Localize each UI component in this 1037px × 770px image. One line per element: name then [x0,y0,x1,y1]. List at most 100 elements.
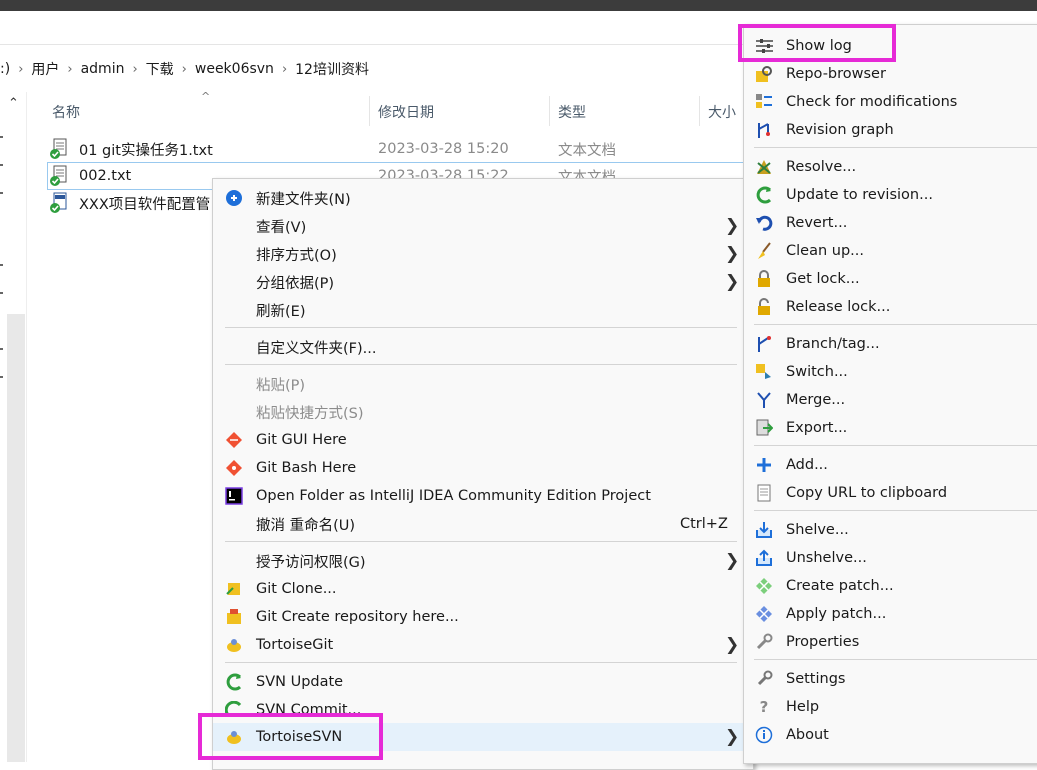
clean-up-broom-icon [755,242,773,260]
menu-label: Add... [786,457,828,473]
menu-label: Settings [786,671,846,687]
breadcrumb-current-folder[interactable]: 12培训资料 [289,59,375,79]
column-header-size[interactable]: 大小 [708,102,736,122]
help-icon: ? [759,698,769,716]
apply-patch-icon [755,605,773,623]
column-header-name[interactable]: 名称 [52,102,80,122]
menu-label: 新建文件夹(N) [256,191,351,208]
breadcrumb-downloads[interactable]: 下载 [140,59,180,79]
nav-scrollbar[interactable] [7,314,25,762]
navigation-pane[interactable]: ⌃ [0,92,27,762]
menu-item-open-intellij[interactable]: Open Folder as IntelliJ IDEA Community E… [213,482,753,510]
menu-label: Git GUI Here [256,432,347,448]
menu-item-view[interactable]: 查看(V) ❯ [213,212,753,240]
menu-item-copy-url[interactable]: Copy URL to clipboard [744,479,1037,507]
column-divider[interactable] [369,96,370,126]
menu-item-unshelve[interactable]: Unshelve... [744,544,1037,572]
chevron-right-icon[interactable]: › [180,62,189,77]
chevron-right-icon[interactable]: › [280,62,289,77]
revert-icon [755,214,773,232]
menu-item-repo-browser[interactable]: Repo-browser [744,60,1037,88]
menu-item-check-modifications[interactable]: Check for modifications [744,88,1037,116]
plus-icon [755,456,773,474]
menu-separator [754,445,1037,446]
menu-item-branch-tag[interactable]: Branch/tag... [744,330,1037,358]
column-header-modified[interactable]: 修改日期 [378,102,434,122]
unlock-icon [755,298,773,316]
shelve-icon [755,521,773,539]
wrench-icon [755,633,773,651]
menu-label: Shelve... [786,522,849,538]
menu-item-group[interactable]: 分组依据(P) ❯ [213,268,753,296]
menu-label: 授予访问权限(G) [256,554,366,571]
submenu-arrow-icon: ❯ [725,216,740,236]
breadcrumb-admin[interactable]: admin [75,61,131,77]
menu-label: Export... [786,420,848,436]
menu-item-add[interactable]: Add... [744,451,1037,479]
git-create-repo-icon [225,608,243,626]
menu-item-merge[interactable]: Merge... [744,386,1037,414]
git-clone-icon [225,580,243,598]
menu-item-clean-up[interactable]: Clean up... [744,237,1037,265]
svn-normal-doc-icon [48,192,70,214]
menu-item-git-clone[interactable]: Git Clone... [213,575,753,603]
column-header-type[interactable]: 类型 [558,102,586,122]
column-divider[interactable] [699,96,700,126]
menu-item-git-gui[interactable]: Git GUI Here [213,426,753,454]
file-name: XXX项目软件配置管 [79,196,211,213]
menu-item-switch[interactable]: Switch... [744,358,1037,386]
menu-item-svn-update[interactable]: SVN Update [213,668,753,696]
file-row[interactable]: 01 git实操任务1.txt 2023-03-28 15:20 文本文档 [48,136,748,162]
menu-item-get-lock[interactable]: Get lock... [744,265,1037,293]
menu-item-revert[interactable]: Revert... [744,209,1037,237]
column-divider[interactable] [549,96,550,126]
menu-label: Help [786,699,820,715]
scroll-up-icon[interactable]: ⌃ [8,96,19,111]
menu-item-revision-graph[interactable]: Revision graph [744,116,1037,144]
create-patch-icon [755,577,773,595]
menu-item-tortoisegit[interactable]: TortoiseGit ❯ [213,631,753,659]
breadcrumb-drive[interactable]: :) [0,61,16,77]
chevron-right-icon[interactable]: › [65,62,74,77]
menu-item-customize-folder[interactable]: 自定义文件夹(F)... [213,333,753,361]
menu-label: Check for modifications [786,94,958,110]
chevron-right-icon[interactable]: › [130,62,139,77]
menu-item-create-patch[interactable]: Create patch... [744,572,1037,600]
new-folder-icon [225,189,243,207]
intellij-icon [225,487,243,505]
menu-item-apply-patch[interactable]: Apply patch... [744,600,1037,628]
chevron-right-icon[interactable]: › [16,62,25,77]
submenu-arrow-icon: ❯ [725,272,740,292]
nav-tree-marker [0,136,3,138]
menu-item-refresh[interactable]: 刷新(E) [213,296,753,324]
menu-item-help[interactable]: ? Help [744,693,1037,721]
update-to-revision-icon [755,186,773,204]
menu-item-settings[interactable]: Settings [744,665,1037,693]
menu-item-release-lock[interactable]: Release lock... [744,293,1037,321]
nav-tree-marker [0,264,3,266]
menu-item-paste-shortcut[interactable]: 粘贴快捷方式(S) [213,398,753,426]
menu-label: Properties [786,634,860,650]
menu-item-grant-access[interactable]: 授予访问权限(G) ❯ [213,547,753,575]
menu-item-properties[interactable]: Properties [744,628,1037,656]
menu-item-resolve[interactable]: Resolve... [744,153,1037,181]
menu-label: 刷新(E) [256,303,306,320]
repo-browser-icon [755,65,773,83]
breadcrumb-week06svn[interactable]: week06svn [189,61,280,77]
menu-item-shelve[interactable]: Shelve... [744,516,1037,544]
breadcrumb[interactable]: :) › 用户 › admin › 下载 › week06svn › 12培训资… [0,51,760,87]
menu-item-git-bash[interactable]: Git Bash Here [213,454,753,482]
menu-item-export[interactable]: Export... [744,414,1037,442]
menu-label: 自定义文件夹(F)... [256,340,377,357]
menu-item-undo-rename[interactable]: 撤消 重命名(U) Ctrl+Z [213,510,753,538]
menu-item-about[interactable]: About [744,721,1037,749]
breadcrumb-users[interactable]: 用户 [25,59,65,79]
menu-item-update-to-revision[interactable]: Update to revision... [744,181,1037,209]
menu-item-new-folder[interactable]: 新建文件夹(N) [213,184,753,212]
menu-label: Switch... [786,364,848,380]
menu-item-sort[interactable]: 排序方式(O) ❯ [213,240,753,268]
menu-item-git-create-repo[interactable]: Git Create repository here... [213,603,753,631]
copy-url-icon [755,484,773,502]
menu-separator [225,364,737,365]
menu-item-paste[interactable]: 粘贴(P) [213,370,753,398]
